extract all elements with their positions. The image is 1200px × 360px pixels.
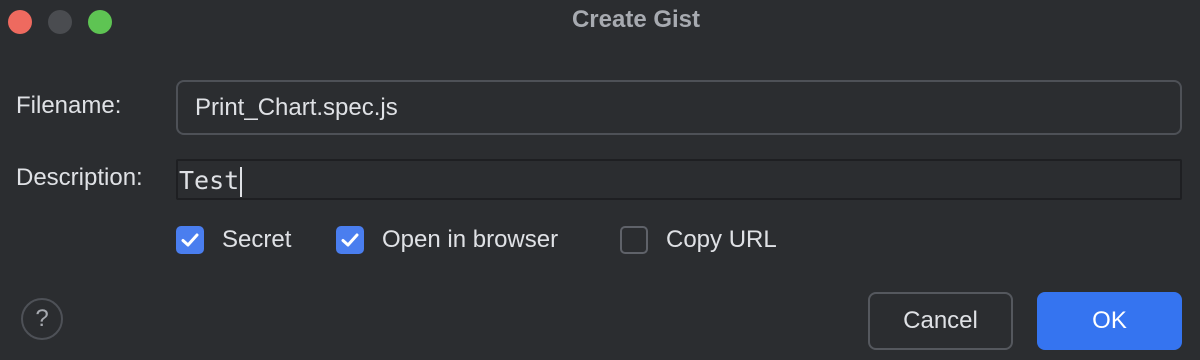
dialog-title: Create Gist: [571, 6, 701, 33]
secret-label: Secret: [222, 226, 292, 253]
open-in-browser-checkbox-box[interactable]: [336, 226, 364, 254]
filename-label: Filename:: [16, 92, 122, 119]
copy-url-label: Copy URL: [666, 226, 777, 253]
open-in-browser-checkbox[interactable]: Open in browser: [336, 223, 558, 257]
description-value: Test: [179, 166, 240, 195]
cancel-button[interactable]: Cancel: [868, 292, 1013, 350]
ok-button[interactable]: OK: [1037, 292, 1182, 350]
secret-checkbox[interactable]: Secret: [176, 223, 291, 257]
title-bar: Create Gist: [0, 0, 1200, 44]
copy-url-checkbox[interactable]: Copy URL: [620, 223, 777, 257]
copy-url-checkbox-box[interactable]: [620, 226, 648, 254]
secret-checkbox-box[interactable]: [176, 226, 204, 254]
text-caret: [240, 167, 243, 197]
description-label: Description:: [16, 164, 143, 191]
filename-field[interactable]: Print_Chart.spec.js: [176, 80, 1182, 135]
checkmark-icon: [341, 233, 359, 247]
question-mark-icon: ?: [35, 305, 49, 332]
help-button[interactable]: ?: [21, 298, 63, 340]
description-value-wrap: Test: [179, 166, 243, 197]
description-field[interactable]: Test: [176, 159, 1182, 200]
checkmark-icon: [181, 233, 199, 247]
filename-value: Print_Chart.spec.js: [195, 94, 398, 121]
open-in-browser-label: Open in browser: [382, 226, 559, 253]
